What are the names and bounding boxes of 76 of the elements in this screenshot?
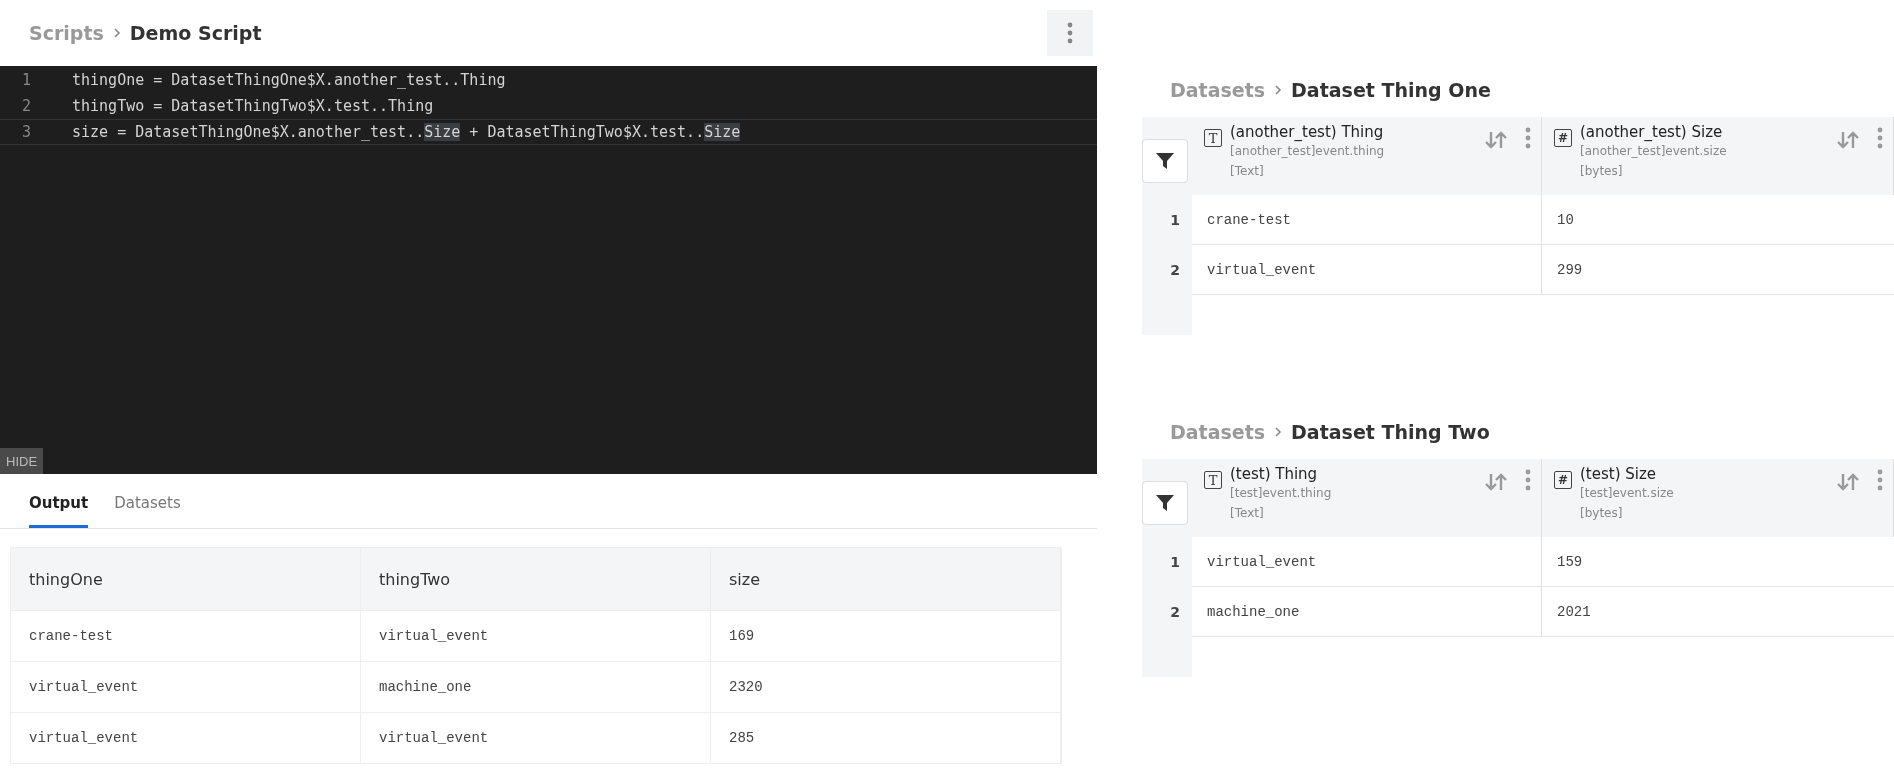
filter-button[interactable]	[1142, 139, 1188, 183]
column-path: [test]event.size	[1580, 485, 1675, 502]
table-cell: virtual_event	[1192, 537, 1542, 587]
more-options-icon[interactable]	[1525, 469, 1531, 491]
text-type-icon: T	[1204, 471, 1222, 489]
column-type: [Text]	[1230, 505, 1265, 522]
number-type-icon: #	[1554, 471, 1572, 489]
chevron-right-icon	[111, 28, 122, 38]
code-line: thingOne = DatasetThingOne$X.another_test..Thing	[72, 71, 506, 89]
row-number: 1	[1142, 537, 1192, 587]
column-title: (another_test) Thing	[1230, 123, 1385, 141]
hide-button[interactable]: HIDE	[0, 448, 44, 474]
sort-icon[interactable]	[1485, 131, 1507, 149]
chevron-right-icon	[1273, 427, 1284, 437]
row-number: 2	[1142, 587, 1192, 637]
more-options-button[interactable]	[1047, 10, 1093, 56]
row-number: 2	[1142, 245, 1192, 295]
table-cell: machine_one	[1192, 587, 1542, 637]
table-cell: 2320	[711, 662, 1061, 712]
table-cell: virtual_event	[11, 713, 361, 763]
table-cell: 2021	[1542, 587, 1894, 637]
line-number: 2	[21, 97, 33, 115]
chevron-right-icon	[1273, 85, 1284, 95]
column-path: [another_test]event.size	[1580, 143, 1728, 160]
table-cell: 10	[1542, 195, 1894, 245]
column-type: [bytes]	[1580, 163, 1624, 180]
more-options-icon[interactable]	[1877, 127, 1883, 149]
column-header: thingOne	[11, 548, 361, 610]
page-title: Demo Script	[129, 22, 262, 44]
table-cell: virtual_event	[361, 611, 711, 661]
column-header[interactable]: T (test) Thing [test]event.thing [Text]	[1192, 459, 1542, 537]
table-cell: virtual_event	[361, 713, 711, 763]
table-cell: crane-test	[11, 611, 361, 661]
column-type: [bytes]	[1580, 505, 1624, 522]
column-header: thingTwo	[361, 548, 711, 610]
table-cell: machine_one	[361, 662, 711, 712]
table-cell: virtual_event	[11, 662, 361, 712]
column-title: (test) Size	[1580, 465, 1658, 483]
table-cell: 285	[711, 713, 1061, 763]
code-editor[interactable]: 1 thingOne = DatasetThingOne$X.another_test..Thing 2 thingTwo = DatasetThingTwo$X.test..Thing 3 size = DatasetThingOne$X.another_test..Size + DatasetThingTwo$X.test..Size HIDE	[0, 66, 1097, 474]
filter-icon	[1155, 151, 1175, 171]
column-header: size	[711, 548, 1061, 610]
table-cell: 299	[1542, 245, 1894, 295]
table-cell: crane-test	[1192, 195, 1542, 245]
column-title: (another_test) Size	[1580, 123, 1724, 141]
sort-icon[interactable]	[1837, 131, 1859, 149]
row-gutter-background	[1142, 637, 1192, 677]
row-number: 1	[1142, 195, 1192, 245]
column-header[interactable]: # (test) Size [test]event.size [bytes]	[1542, 459, 1894, 537]
tab[interactable]: Datasets	[114, 474, 181, 528]
table-cell: virtual_event	[1192, 245, 1542, 295]
more-options-icon[interactable]	[1877, 469, 1883, 491]
more-options-icon	[1067, 22, 1073, 44]
tab[interactable]: Output	[29, 474, 89, 528]
sort-icon[interactable]	[1837, 473, 1859, 491]
text-type-icon: T	[1204, 129, 1222, 147]
column-path: [another_test]event.thing	[1230, 143, 1386, 160]
table-cell: 159	[1542, 537, 1894, 587]
filter-button[interactable]	[1142, 481, 1188, 525]
column-path: [test]event.thing	[1230, 485, 1333, 502]
number-type-icon: #	[1554, 129, 1572, 147]
dataset-title: Dataset Thing One	[1291, 79, 1491, 101]
line-number: 3	[21, 123, 33, 141]
code-line: thingTwo = DatasetThingTwo$X.test..Thing	[72, 97, 434, 115]
column-header[interactable]: T (another_test) Thing [another_test]event.thing [Text]	[1192, 117, 1542, 195]
column-header[interactable]: # (another_test) Size [another_test]event.size [bytes]	[1542, 117, 1894, 195]
code-line: size = DatasetThingOne$X.another_test..Size + DatasetThingTwo$X.test..Size	[72, 123, 741, 141]
dataset-title: Dataset Thing Two	[1291, 421, 1490, 443]
column-type: [Text]	[1230, 163, 1265, 180]
line-number: 1	[21, 71, 33, 89]
table-cell: 169	[711, 611, 1061, 661]
row-gutter-background	[1142, 295, 1192, 335]
sort-icon[interactable]	[1485, 473, 1507, 491]
filter-icon	[1155, 493, 1175, 513]
more-options-icon[interactable]	[1525, 127, 1531, 149]
column-title: (test) Thing	[1230, 465, 1319, 483]
